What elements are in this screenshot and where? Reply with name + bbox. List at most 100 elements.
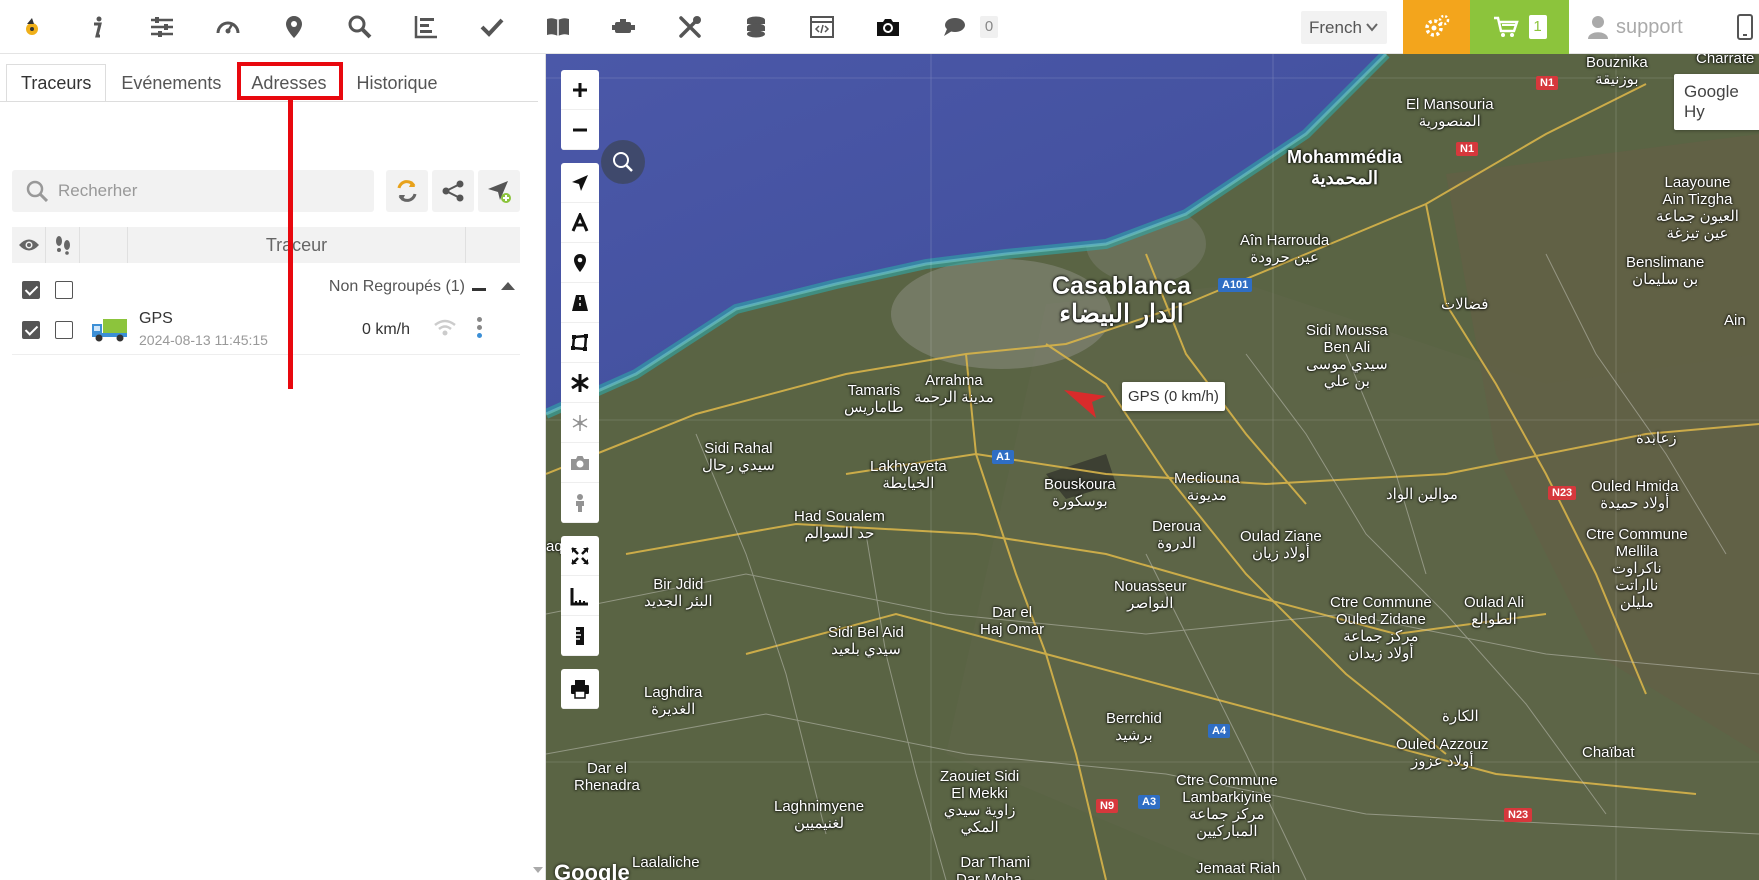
speedometer-icon[interactable] [209,8,247,46]
icon-column [80,227,128,263]
device-visibility-checkbox[interactable] [22,321,40,339]
place-label: Jemaat Riah [1196,860,1281,877]
send-plus-icon [488,181,511,203]
phone-icon[interactable] [1737,14,1753,40]
place-label: Had Soualem حد السوالم [794,508,885,542]
place-label: Laghnimyene لغنيميين [774,798,865,832]
ruler-button[interactable] [561,576,599,616]
place-label: Dar el Haj Omar [980,604,1045,638]
streetview-button[interactable] [561,483,599,523]
geofence-button[interactable] [561,323,599,363]
scroll-down-icon[interactable] [532,866,544,874]
place-label: Ain [1724,312,1746,329]
place-label: Bouznika بوزنيقة [1586,54,1648,88]
poi-button[interactable] [561,243,599,283]
map-view[interactable]: Casablanca الدار البيضاء Mohammédia المح… [546,54,1759,880]
group-follow-checkbox[interactable] [55,281,73,299]
fullscreen-button[interactable] [561,536,599,576]
tab-traceurs[interactable]: Traceurs [6,64,107,102]
caret-up-icon[interactable] [500,280,516,292]
device-name: GPS [139,310,173,327]
search-icon[interactable] [341,8,379,46]
road-shield: A3 [1138,795,1161,809]
place-label: Aîn Harrouda عين حرودة [1240,232,1330,266]
location-pin-icon[interactable] [275,8,313,46]
text-tool-button[interactable] [561,203,599,243]
tab-evenements[interactable]: Evénements [106,64,236,102]
settings-button[interactable] [1403,0,1470,54]
place-label: فضالات [1441,296,1489,313]
road-shield: A101 [1218,278,1253,292]
print-button[interactable] [561,669,599,709]
route-button[interactable] [561,283,599,323]
user-icon [1588,16,1608,39]
engine-icon[interactable] [605,8,643,46]
truck-icon [92,319,127,342]
road-shield: A4 [1208,724,1231,738]
device-row[interactable]: GPS 2024-08-13 11:45:15 0 km/h [12,307,520,355]
device-follow-checkbox[interactable] [55,321,73,339]
place-label: Laghdira الغديرة [644,684,703,718]
book-icon[interactable] [539,8,577,46]
sidebar-panel: Traceurs Evénements Adresses Historique … [0,54,546,880]
place-label: Casablanca الدار البيضاء [1052,272,1191,328]
sliders-icon[interactable] [143,8,181,46]
tab-historique[interactable]: Historique [341,64,452,102]
chart-icon[interactable] [407,8,445,46]
cluster-button[interactable] [561,403,599,443]
info-icon[interactable] [78,8,116,46]
chevron-down-icon [1366,23,1378,32]
highlight-arrow [288,100,293,389]
vehicle-marker-label[interactable]: GPS (0 km/h) [1122,382,1225,411]
place-label: Zaouiet Sidi El Mekki زاوية سيدي المكي [940,768,1020,836]
place-label: Ctre Commune Lambarkiyine مركز جماعة الم… [1176,772,1278,840]
collapse-group-button[interactable] [472,288,486,291]
road-shield: A1 [992,450,1015,464]
measure-button[interactable] [561,616,599,656]
group-visibility-checkbox[interactable] [22,281,40,299]
device-menu-button[interactable] [477,317,482,341]
sidebar-tabs: Traceurs Evénements Adresses Historique [6,64,453,102]
language-select[interactable]: French [1301,11,1387,44]
place-label: Laayoune Ain Tizgha العيون جماعة عين تيز… [1656,174,1739,242]
road-icon [572,294,588,311]
logo-icon[interactable] [13,8,51,46]
zoom-out-button[interactable] [561,110,599,150]
chat-icon[interactable] [935,8,973,46]
place-label: Charrate [1696,54,1755,67]
navigate-button[interactable] [561,163,599,203]
map-search-button[interactable] [601,140,645,184]
view-controls [561,536,599,656]
place-label: Bouskoura بوسكورة [1044,476,1116,510]
code-window-icon[interactable] [803,8,841,46]
printer-icon [571,679,589,699]
coins-icon[interactable] [737,8,775,46]
top-toolbar: 0 French 1 support [0,0,1759,54]
place-label: Benslimane بن سليمان [1626,254,1705,288]
status-column [466,227,520,263]
search-icon [613,152,633,172]
ruler-icon [570,587,588,605]
asterisk-icon [571,373,589,392]
photo-button[interactable] [561,443,599,483]
vehicle-marker-icon[interactable] [1064,388,1108,420]
share-button[interactable] [432,170,474,212]
signal-icon [434,319,456,336]
map-layer-button[interactable]: Google Hy [1674,74,1759,130]
user-menu[interactable]: support [1588,0,1683,54]
camera-icon[interactable] [869,8,907,46]
search-field[interactable] [12,170,374,212]
road-shield: N23 [1504,808,1533,822]
visibility-column[interactable] [12,227,46,263]
asterisk-button[interactable] [561,363,599,403]
cart-button[interactable]: 1 [1470,0,1569,54]
place-label: Oulad Ali الطوالع [1464,594,1525,628]
search-input[interactable] [58,181,358,201]
polygon-icon [571,333,588,351]
check-icon[interactable] [473,8,511,46]
add-device-button[interactable] [478,170,520,212]
zoom-in-button[interactable] [561,70,599,110]
follow-column[interactable] [46,227,80,263]
refresh-button[interactable] [386,170,428,212]
tools-icon[interactable] [671,8,709,46]
